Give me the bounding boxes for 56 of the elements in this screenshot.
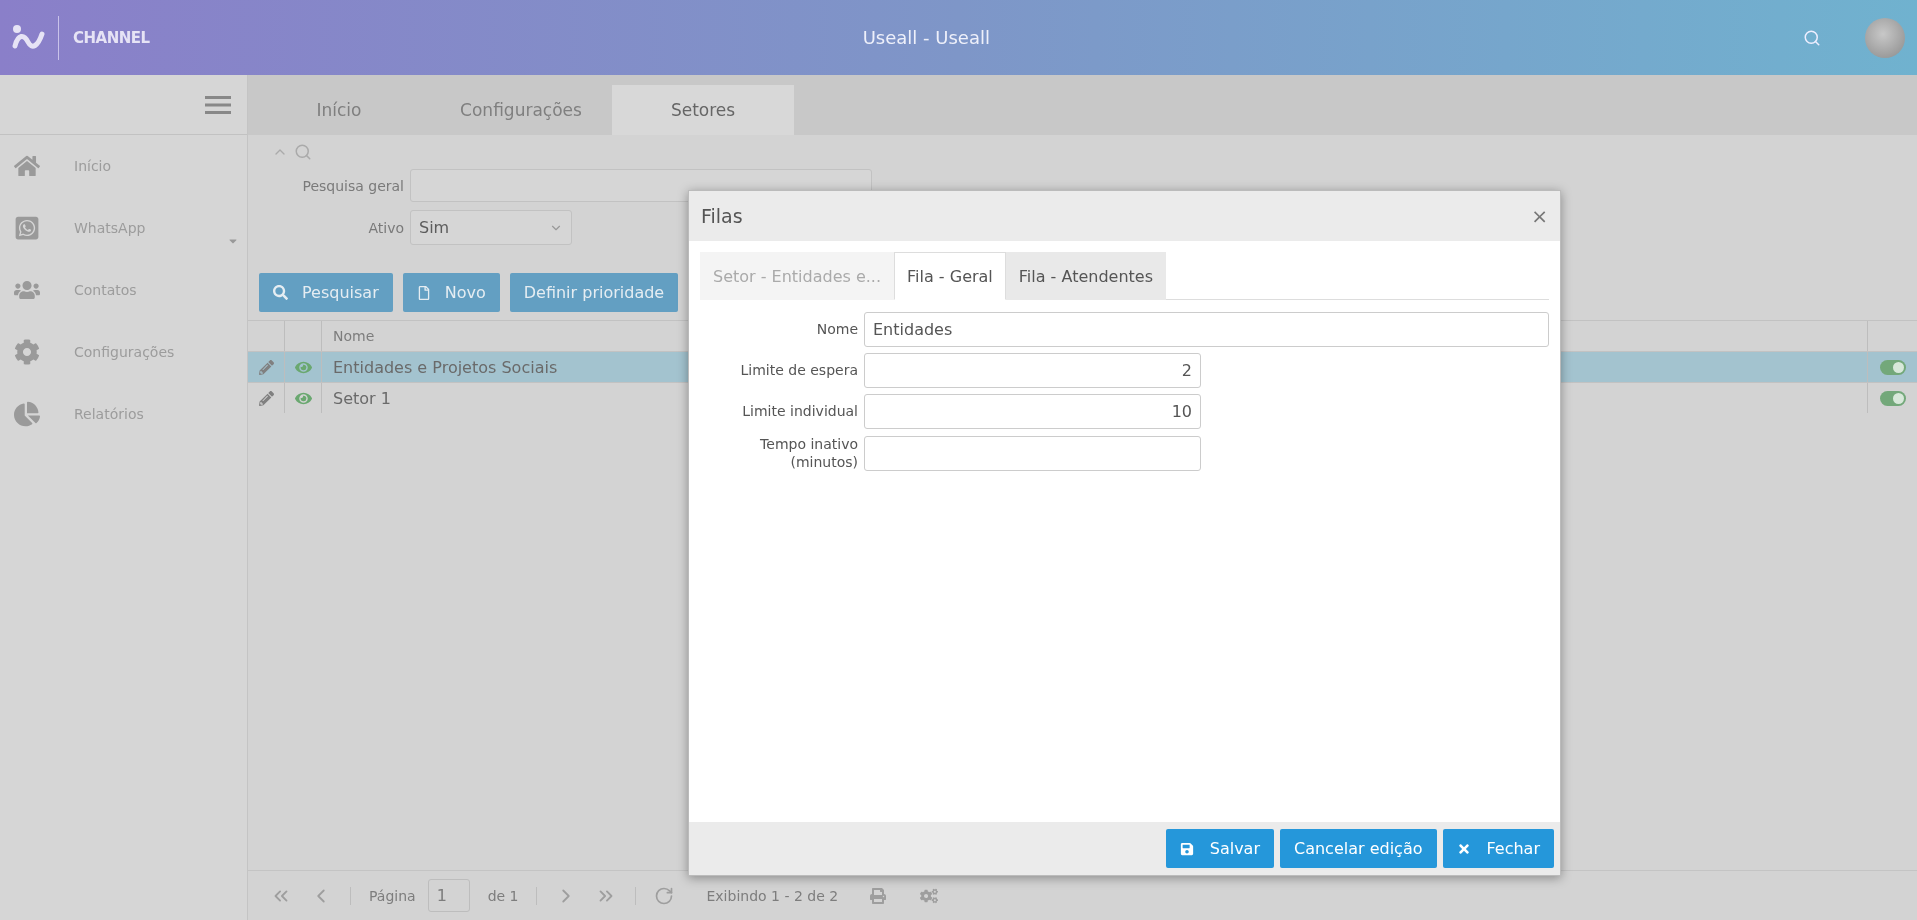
sidebar-item[interactable]: WhatsApp xyxy=(74,220,146,236)
tab[interactable]: Fila - Atendentes xyxy=(1005,252,1166,300)
sidebar-item[interactable]: Configurações xyxy=(74,344,175,360)
avatar[interactable] xyxy=(1865,17,1905,58)
logo-icon xyxy=(12,23,46,52)
field-label: Nome xyxy=(815,320,858,339)
table-cell-text: Setor 1 xyxy=(332,388,391,408)
gears-icon[interactable] xyxy=(920,886,939,905)
column-header[interactable]: Nome xyxy=(322,328,375,344)
field-label: Limite de espera xyxy=(739,361,858,380)
sidebar-item[interactable]: Relatórios xyxy=(74,406,144,422)
chat-icon xyxy=(14,215,40,241)
file-icon xyxy=(416,285,431,300)
logo-text: CHANNEL xyxy=(73,28,150,47)
pencil-icon[interactable] xyxy=(258,359,274,375)
window-title: Useall - Useall xyxy=(862,27,990,48)
pie-chart-icon xyxy=(14,401,40,427)
action-button[interactable]: Pesquisar xyxy=(259,273,393,312)
close-icon xyxy=(1456,841,1471,856)
tab[interactable]: Fila - Geral xyxy=(894,252,1006,300)
search-icon xyxy=(294,143,312,161)
menu-icon[interactable] xyxy=(205,94,231,115)
search-icon xyxy=(273,285,288,300)
field-label: Pesquisa geral xyxy=(301,177,404,194)
close-button[interactable]: × xyxy=(1531,204,1548,228)
input-field[interactable]: Entidades xyxy=(864,312,1549,347)
toggle-switch[interactable] xyxy=(1879,390,1906,406)
record-summary: Exibindo 1 - 2 de 2 xyxy=(706,887,839,904)
refresh-icon[interactable] xyxy=(654,885,675,906)
pencil-icon[interactable] xyxy=(258,390,274,406)
save-icon xyxy=(1179,841,1194,856)
settings-icon xyxy=(14,339,40,365)
input-field[interactable]: 10 xyxy=(864,394,1201,429)
toggle-switch[interactable] xyxy=(1879,359,1906,375)
sidebar-item[interactable]: Contatos xyxy=(74,282,137,298)
input-field[interactable] xyxy=(864,435,1201,471)
dialog-button[interactable]: Fechar xyxy=(1442,829,1554,868)
action-button[interactable]: Novo xyxy=(402,273,500,312)
search-icon[interactable] xyxy=(1803,28,1821,47)
printer-icon[interactable] xyxy=(870,887,887,904)
page-label: Página xyxy=(369,887,416,904)
active-select[interactable]: Sim xyxy=(410,210,572,245)
sidebar-item[interactable]: Início xyxy=(74,158,112,174)
field-label: Tempo inativo (minutos) xyxy=(759,435,858,472)
field-label: Ativo xyxy=(367,219,404,236)
tab[interactable]: Setores xyxy=(612,85,794,135)
page-field[interactable]: 1 xyxy=(427,879,470,912)
field-label: Limite individual xyxy=(741,402,858,421)
dialog-button[interactable]: Salvar xyxy=(1165,829,1274,868)
dialog-title: Filas xyxy=(701,205,743,227)
table-cell-text: Entidades e Projetos Sociais xyxy=(332,357,558,377)
home-icon xyxy=(14,153,40,179)
dialog-button[interactable]: Cancelar edição xyxy=(1280,829,1437,868)
action-button[interactable]: Definir prioridade xyxy=(509,273,679,312)
page-count: de 1 xyxy=(487,887,519,904)
input-field[interactable]: 2 xyxy=(864,353,1201,388)
